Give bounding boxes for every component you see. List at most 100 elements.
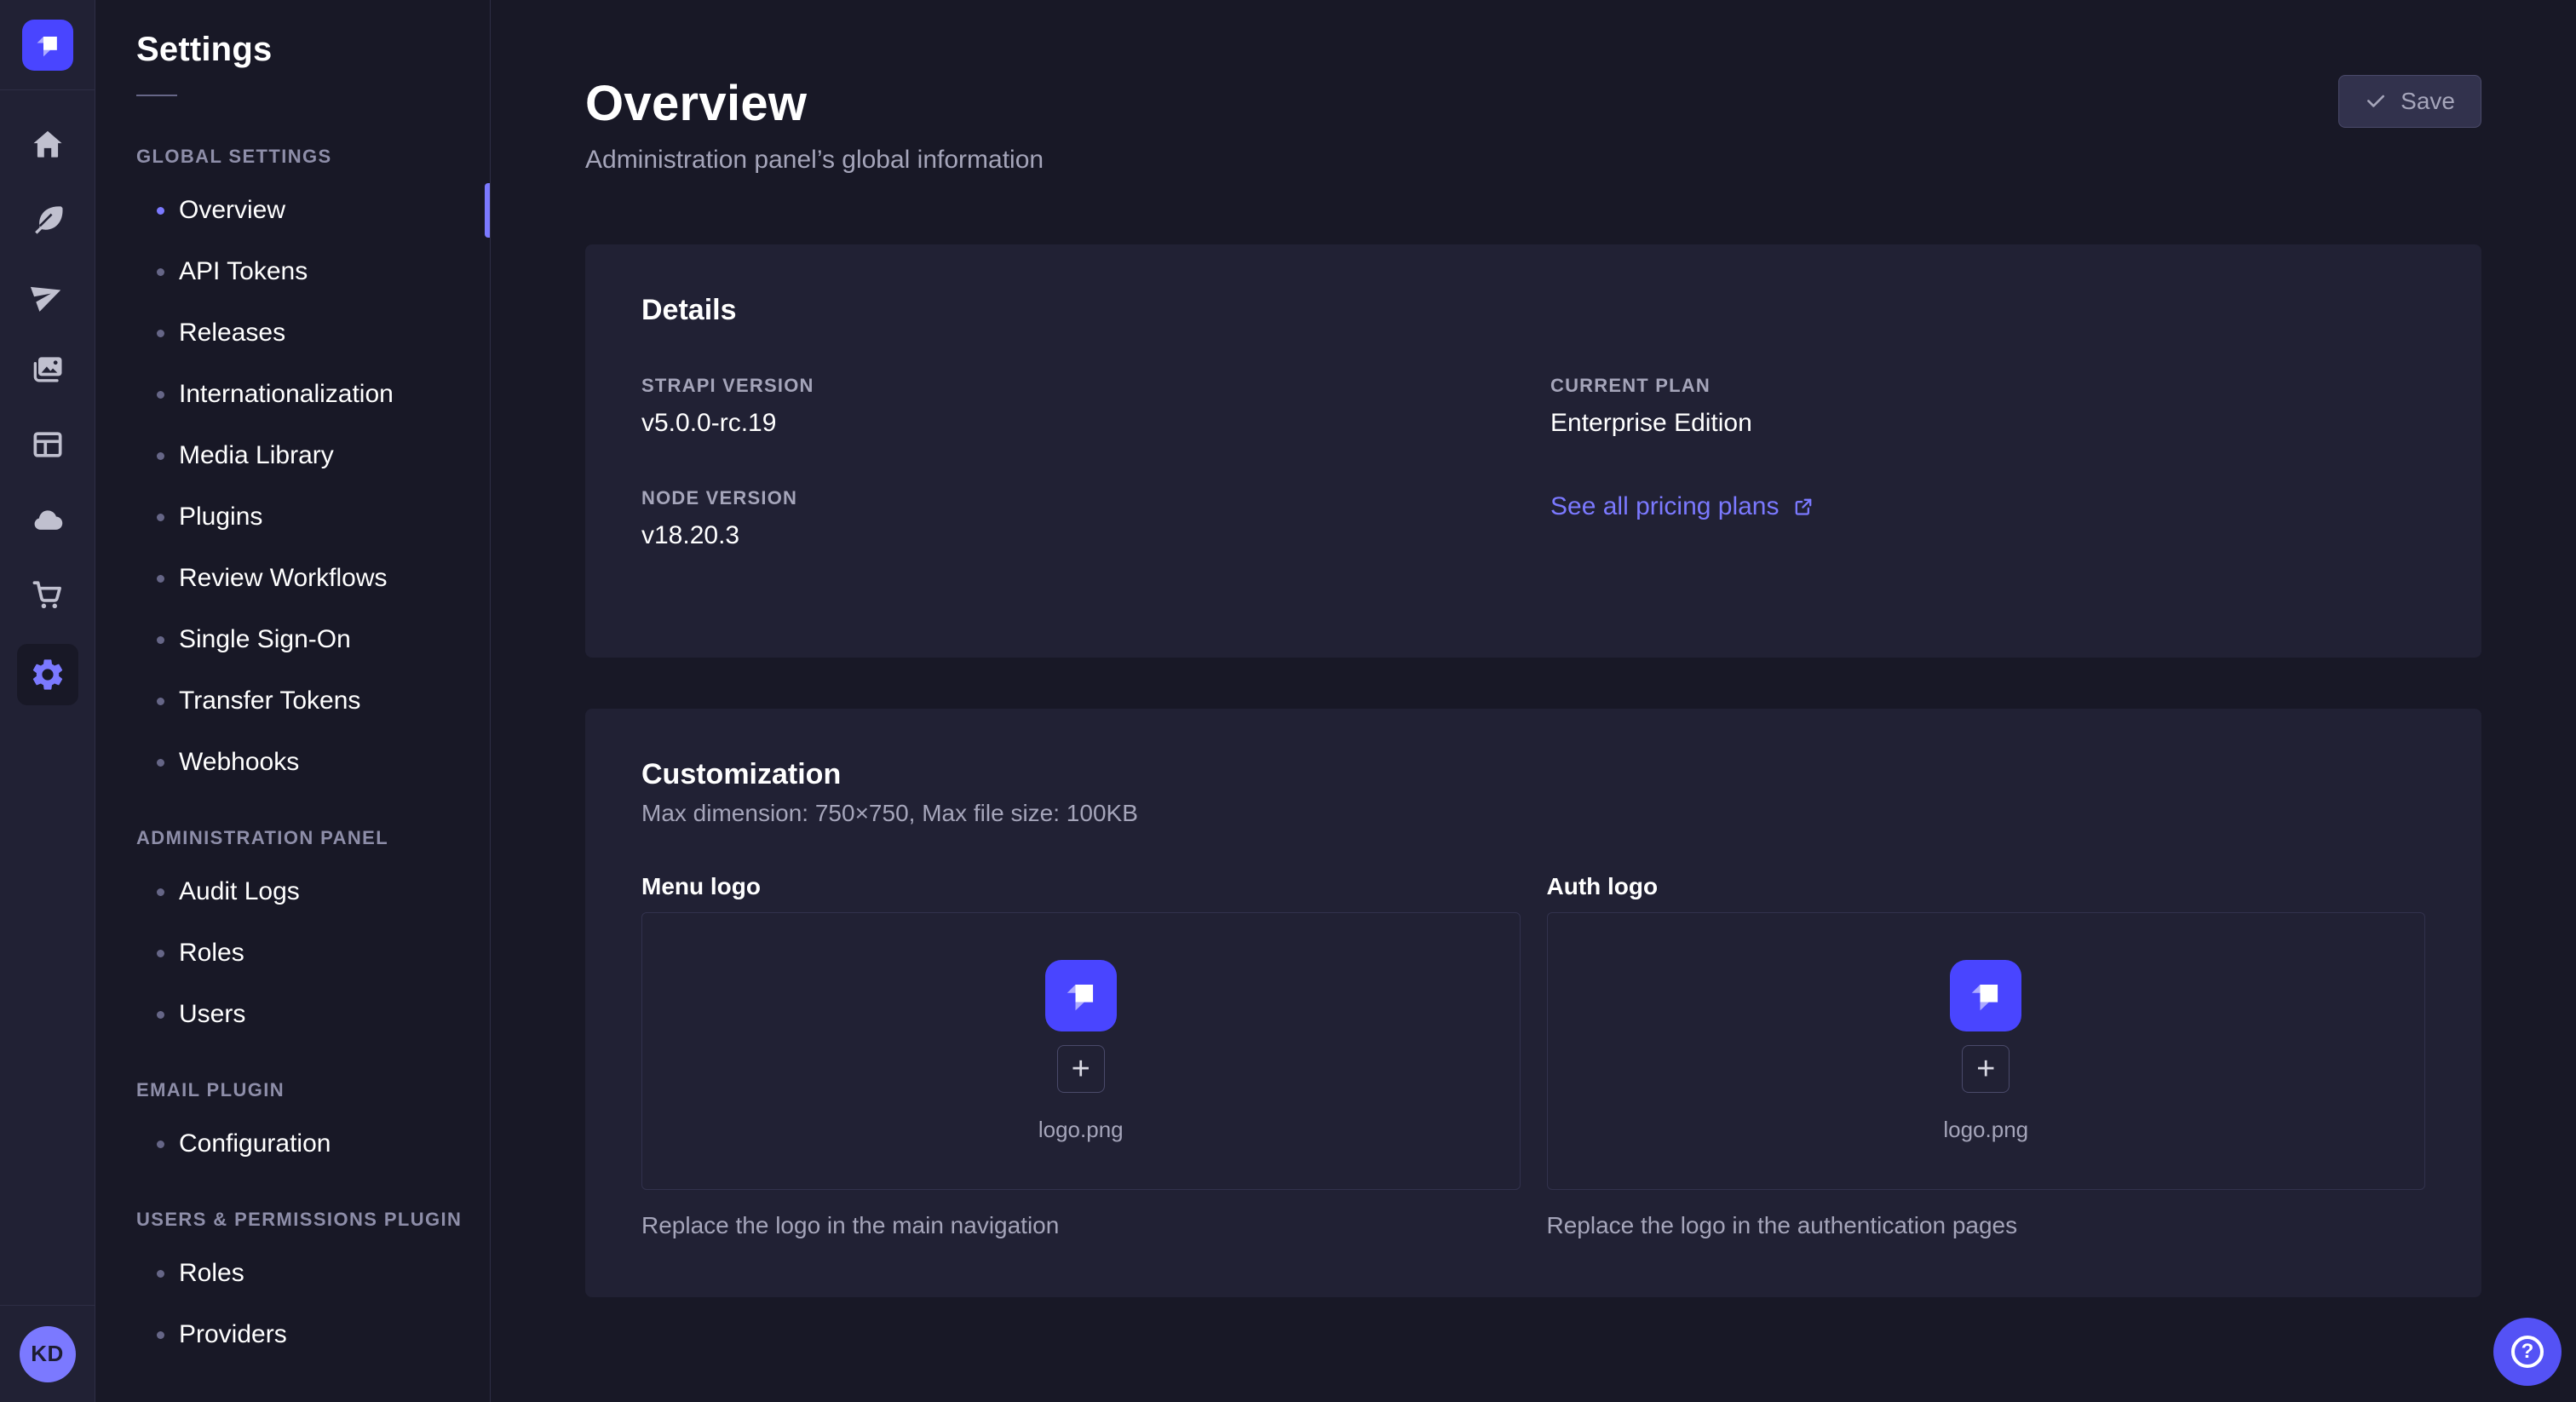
subnav-divider	[136, 95, 177, 96]
nav-content-type-builder-button[interactable]	[27, 424, 68, 465]
subnav-item-internationalization[interactable]: Internationalization	[95, 364, 490, 425]
subnav-item-single-sign-on[interactable]: Single Sign-On	[95, 609, 490, 670]
menu-logo-filename: logo.png	[1038, 1117, 1124, 1143]
subnav-item-admin-roles[interactable]: Roles	[95, 922, 490, 984]
page-header: Overview Administration panel’s global i…	[585, 75, 2481, 175]
administration-panel-list: Audit Logs Roles Users	[95, 861, 490, 1045]
subnav-item-label: Audit Logs	[179, 877, 300, 906]
nav-media-library-button[interactable]	[27, 349, 68, 390]
cloud-icon	[29, 501, 66, 538]
subnav-item-label: Review Workflows	[179, 564, 388, 593]
details-card-title: Details	[641, 294, 2425, 327]
subnav-item-releases[interactable]: Releases	[95, 302, 490, 364]
subnav-item-transfer-tokens[interactable]: Transfer Tokens	[95, 670, 490, 732]
subnav-item-media-library[interactable]: Media Library	[95, 425, 490, 486]
subnav-item-label: Overview	[179, 196, 285, 225]
nav-releases-button[interactable]	[27, 274, 68, 315]
node-version-value: v18.20.3	[641, 521, 1516, 550]
subnav-item-label: Internationalization	[179, 380, 394, 409]
nav-home-button[interactable]	[27, 124, 68, 165]
auth-logo-filename: logo.png	[1943, 1117, 2028, 1143]
bullet-icon	[157, 888, 164, 896]
page-subtitle: Administration panel’s global informatio…	[585, 146, 2481, 175]
help-button[interactable]: ?	[2493, 1318, 2562, 1386]
settings-subnav: Settings GLOBAL SETTINGS Overview API To…	[95, 0, 491, 1402]
strapi-mark-icon	[1964, 974, 2008, 1018]
details-card: Details STRAPI VERSION v5.0.0-rc.19 NODE…	[585, 244, 2481, 658]
save-button-label: Save	[2401, 88, 2455, 115]
active-indicator	[485, 183, 490, 238]
send-plane-icon	[29, 276, 66, 313]
subnav-item-overview[interactable]: Overview	[95, 180, 490, 241]
subnav-item-up-providers[interactable]: Providers	[95, 1304, 490, 1365]
section-label-administration-panel: ADMINISTRATION PANEL	[136, 827, 490, 849]
strapi-version-label: STRAPI VERSION	[641, 375, 1516, 397]
subnav-item-label: Configuration	[179, 1129, 331, 1158]
menu-logo-preview	[1045, 960, 1117, 1031]
check-icon	[2365, 90, 2387, 112]
nav-settings-button[interactable]	[17, 644, 78, 705]
bullet-icon	[157, 1270, 164, 1278]
plus-icon: +	[1976, 1053, 1995, 1085]
pictures-icon	[29, 351, 66, 388]
auth-logo-add-button[interactable]: +	[1962, 1045, 2010, 1093]
bullet-icon	[157, 268, 164, 276]
nav-cloud-button[interactable]	[27, 499, 68, 540]
subnav-item-admin-users[interactable]: Users	[95, 984, 490, 1045]
subnav-item-label: Roles	[179, 939, 244, 968]
details-right-column: CURRENT PLAN Enterprise Edition See all …	[1550, 375, 2425, 600]
bullet-icon	[157, 759, 164, 767]
subnav-item-review-workflows[interactable]: Review Workflows	[95, 548, 490, 609]
subnav-item-label: Providers	[179, 1320, 287, 1349]
subnav-item-audit-logs[interactable]: Audit Logs	[95, 861, 490, 922]
bullet-icon	[157, 330, 164, 337]
subnav-item-email-configuration[interactable]: Configuration	[95, 1113, 490, 1175]
subnav-item-up-roles[interactable]: Roles	[95, 1243, 490, 1304]
node-version-label: NODE VERSION	[641, 487, 1516, 509]
user-avatar[interactable]: KD	[20, 1326, 76, 1382]
strapi-version-value: v5.0.0-rc.19	[641, 409, 1516, 438]
plus-icon: +	[1072, 1053, 1090, 1085]
menu-logo-label: Menu logo	[641, 873, 1521, 900]
bullet-icon	[157, 391, 164, 399]
settings-gear-icon	[29, 656, 66, 693]
workspace-logo-block	[0, 0, 95, 90]
menu-logo-add-button[interactable]: +	[1057, 1045, 1105, 1093]
strapi-version-field: STRAPI VERSION v5.0.0-rc.19	[641, 375, 1516, 438]
nav-content-button[interactable]	[27, 199, 68, 240]
subnav-item-api-tokens[interactable]: API Tokens	[95, 241, 490, 302]
subnav-item-label: Roles	[179, 1259, 244, 1288]
section-label-users-permissions-plugin: USERS & PERMISSIONS PLUGIN	[136, 1209, 490, 1231]
email-plugin-list: Configuration	[95, 1113, 490, 1175]
question-mark-icon: ?	[2511, 1336, 2544, 1368]
current-plan-field: CURRENT PLAN Enterprise Edition	[1550, 375, 2425, 438]
subnav-item-plugins[interactable]: Plugins	[95, 486, 490, 548]
customization-card: Customization Max dimension: 750×750, Ma…	[585, 709, 2481, 1297]
subnav-item-label: Releases	[179, 319, 285, 348]
page-title: Overview	[585, 75, 2481, 132]
menu-logo-upload-box[interactable]: + logo.png	[641, 912, 1521, 1190]
subnav-item-webhooks[interactable]: Webhooks	[95, 732, 490, 793]
pricing-plans-link[interactable]: See all pricing plans	[1550, 492, 1815, 521]
bullet-icon	[157, 207, 164, 215]
main-nav-rail: KD	[0, 0, 95, 1402]
current-plan-value: Enterprise Edition	[1550, 409, 2425, 438]
auth-logo-upload-box[interactable]: + logo.png	[1547, 912, 2426, 1190]
customization-card-title: Customization	[641, 758, 2425, 791]
auth-logo-preview	[1950, 960, 2021, 1031]
bullet-icon	[157, 636, 164, 644]
strapi-mark-icon	[1059, 974, 1103, 1018]
rail-icon-list	[0, 90, 95, 1305]
current-plan-label: CURRENT PLAN	[1550, 375, 2425, 397]
subnav-item-label: API Tokens	[179, 257, 308, 286]
menu-logo-hint: Replace the logo in the main navigation	[641, 1212, 1521, 1239]
pricing-plans-link-label: See all pricing plans	[1550, 492, 1780, 521]
save-button[interactable]: Save	[2338, 75, 2481, 128]
global-settings-list: Overview API Tokens Releases Internation…	[95, 180, 490, 793]
auth-logo-hint: Replace the logo in the authentication p…	[1547, 1212, 2426, 1239]
strapi-logo-icon[interactable]	[22, 20, 73, 71]
users-permissions-list: Roles Providers	[95, 1243, 490, 1365]
subnav-title: Settings	[136, 31, 490, 69]
nav-marketplace-button[interactable]	[27, 574, 68, 615]
bullet-icon	[157, 1141, 164, 1148]
